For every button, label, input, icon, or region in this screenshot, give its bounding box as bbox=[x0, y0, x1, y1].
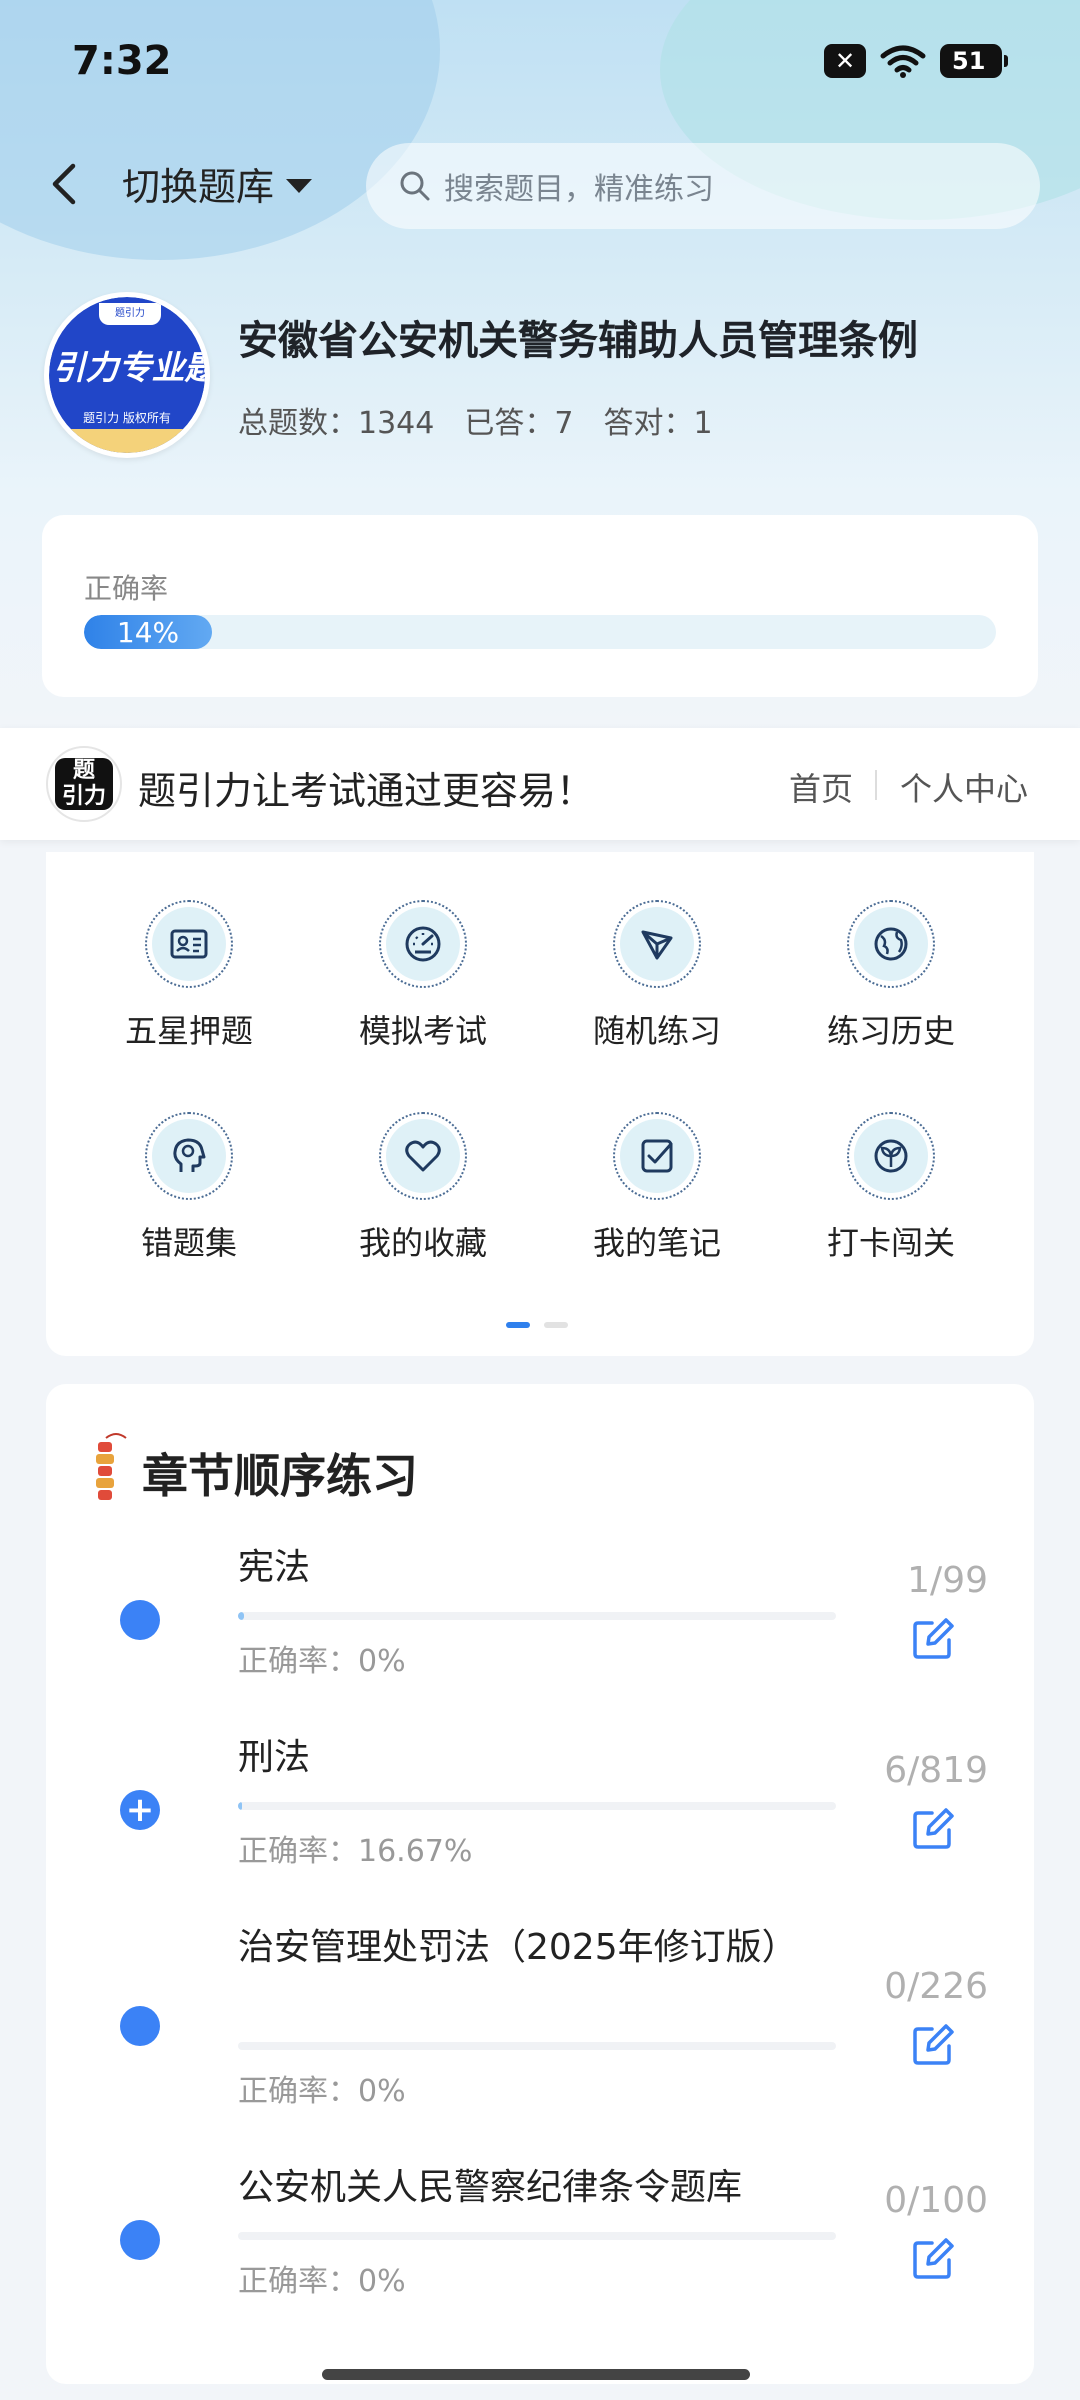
carousel-indicator bbox=[506, 1322, 568, 1328]
chapter-progress-fill bbox=[238, 1612, 245, 1620]
personal-center-link[interactable]: 个人中心 bbox=[900, 764, 1028, 810]
function-grid: 五星押题 模拟考试 随机练习 练习历史 错题集 我的收藏 我的笔记 打卡闯关 bbox=[46, 852, 1034, 1356]
chapter-bullet-plus[interactable]: + bbox=[120, 1790, 160, 1830]
edit-icon[interactable] bbox=[910, 1806, 956, 1852]
promo-slogan: 题引力让考试通过更容易！ bbox=[138, 769, 595, 813]
status-icons: ✕ 51 bbox=[824, 44, 1008, 78]
bank-stats: 总题数：1344 已答：7 答对：1 bbox=[238, 398, 713, 442]
chapter-name: 宪法 bbox=[238, 1547, 311, 1588]
chapter-bullet bbox=[120, 1600, 160, 1640]
chapter-count: 6/819 bbox=[884, 1750, 988, 1791]
globe-icon bbox=[874, 927, 908, 961]
accuracy-progress: 14% bbox=[84, 615, 996, 649]
home-link[interactable]: 首页 bbox=[789, 764, 853, 810]
id-card-icon bbox=[170, 929, 208, 959]
chapter-name: 公安机关人民警察纪律条令题库 bbox=[238, 2167, 743, 2208]
chapter-name: 治安管理处罚法（2025年修订版） bbox=[238, 1927, 798, 1968]
wifi-icon bbox=[880, 45, 926, 78]
divider bbox=[875, 770, 877, 800]
logo-sub-text: 题引力 版权所有 bbox=[83, 411, 171, 425]
chapter-count: 0/226 bbox=[884, 1966, 988, 2007]
search-icon bbox=[400, 171, 430, 201]
func-wrong-questions[interactable]: 错题集 bbox=[89, 1112, 289, 1264]
chapter-section-title: 章节顺序练习 bbox=[142, 1449, 418, 1503]
search-input[interactable]: 搜索题目，精准练习 bbox=[366, 143, 1040, 229]
chapter-accuracy: 正确率：16.67% bbox=[238, 1834, 473, 1869]
func-history[interactable]: 练习历史 bbox=[791, 900, 991, 1052]
chapter-practice-card: 章节顺序练习 宪法 正确率：0% 1/99 + 刑法 正确率：16.67% 6/… bbox=[46, 1384, 1034, 2384]
sprout-icon bbox=[874, 1139, 908, 1173]
func-label: 随机练习 bbox=[592, 1012, 721, 1050]
back-button[interactable] bbox=[40, 152, 88, 216]
edit-icon[interactable] bbox=[910, 1616, 956, 1662]
chapter-accuracy: 正确率：0% bbox=[238, 2264, 406, 2299]
heart-icon bbox=[405, 1140, 441, 1172]
switch-bank-label: 切换题库 bbox=[122, 165, 275, 209]
indicator-dot-active bbox=[506, 1322, 530, 1328]
func-label: 五星押题 bbox=[124, 1012, 253, 1050]
speedometer-icon bbox=[405, 926, 441, 962]
chapter-count: 1/99 bbox=[907, 1560, 988, 1601]
logo-main-text: 引力专业题 bbox=[52, 348, 206, 387]
func-label: 练习历史 bbox=[826, 1012, 955, 1050]
promo-bar: 题引力 题引力让考试通过更容易！ 首页 个人中心 bbox=[0, 728, 1080, 840]
edit-icon[interactable] bbox=[910, 2236, 956, 2282]
func-notes[interactable]: 我的笔记 bbox=[557, 1112, 757, 1264]
battery-level: 51 bbox=[952, 47, 986, 75]
switch-bank-button[interactable]: 切换题库 bbox=[122, 156, 313, 211]
network-icon bbox=[641, 930, 673, 960]
status-time: 7:32 bbox=[72, 38, 172, 84]
accuracy-card: 正确率 14% bbox=[42, 515, 1038, 697]
func-random-practice[interactable]: 随机练习 bbox=[557, 900, 757, 1052]
chapter-progress bbox=[238, 1802, 836, 1810]
app-logo: 题引力 bbox=[46, 746, 122, 822]
func-label: 错题集 bbox=[140, 1224, 237, 1262]
accuracy-label: 正确率 bbox=[84, 572, 169, 605]
accuracy-progress-fill: 14% bbox=[84, 615, 212, 649]
chapter-count: 0/100 bbox=[884, 2180, 988, 2221]
chapter-progress bbox=[238, 2042, 836, 2050]
home-indicator[interactable] bbox=[322, 2369, 750, 2380]
bank-title: 安徽省公安机关警务辅助人员管理条例 bbox=[238, 318, 918, 364]
correct-count: 答对：1 bbox=[603, 406, 713, 441]
logo-top-text: 题引力 bbox=[99, 303, 161, 325]
chapter-progress bbox=[238, 1612, 836, 1620]
firecracker-icon bbox=[96, 1433, 127, 1500]
chevron-left-icon bbox=[52, 163, 76, 205]
func-label: 我的收藏 bbox=[358, 1224, 487, 1262]
func-favorites[interactable]: 我的收藏 bbox=[323, 1112, 523, 1264]
app-logo-mark: 题引力 bbox=[55, 758, 113, 810]
search-placeholder: 搜索题目，精准练习 bbox=[444, 172, 714, 207]
caret-down-icon bbox=[286, 178, 313, 193]
bank-logo: 题引力 引力专业题 题引力 版权所有 bbox=[44, 292, 210, 458]
indicator-dot bbox=[544, 1322, 568, 1328]
close-box-icon: ✕ bbox=[824, 44, 866, 78]
chapter-name: 刑法 bbox=[238, 1737, 311, 1778]
chapter-bullet bbox=[120, 2006, 160, 2046]
accuracy-value: 14% bbox=[116, 615, 180, 649]
checked-note-icon bbox=[641, 1139, 673, 1173]
func-label: 打卡闯关 bbox=[826, 1224, 955, 1262]
total-count: 总题数：1344 bbox=[238, 406, 435, 441]
head-icon bbox=[173, 1138, 206, 1172]
answered-count: 已答：7 bbox=[464, 406, 574, 441]
chapter-progress-fill bbox=[238, 1802, 243, 1810]
func-mock-exam[interactable]: 模拟考试 bbox=[323, 900, 523, 1052]
chapter-accuracy: 正确率：0% bbox=[238, 1644, 406, 1679]
func-label: 我的笔记 bbox=[592, 1224, 721, 1262]
chapter-accuracy: 正确率：0% bbox=[238, 2074, 406, 2109]
edit-icon[interactable] bbox=[910, 2022, 956, 2068]
chapter-progress bbox=[238, 2232, 836, 2240]
func-five-star[interactable]: 五星押题 bbox=[89, 900, 289, 1052]
func-checkin[interactable]: 打卡闯关 bbox=[791, 1112, 991, 1264]
chapter-bullet bbox=[120, 2220, 160, 2260]
func-label: 模拟考试 bbox=[358, 1012, 487, 1050]
battery-icon: 51 bbox=[940, 44, 1008, 78]
